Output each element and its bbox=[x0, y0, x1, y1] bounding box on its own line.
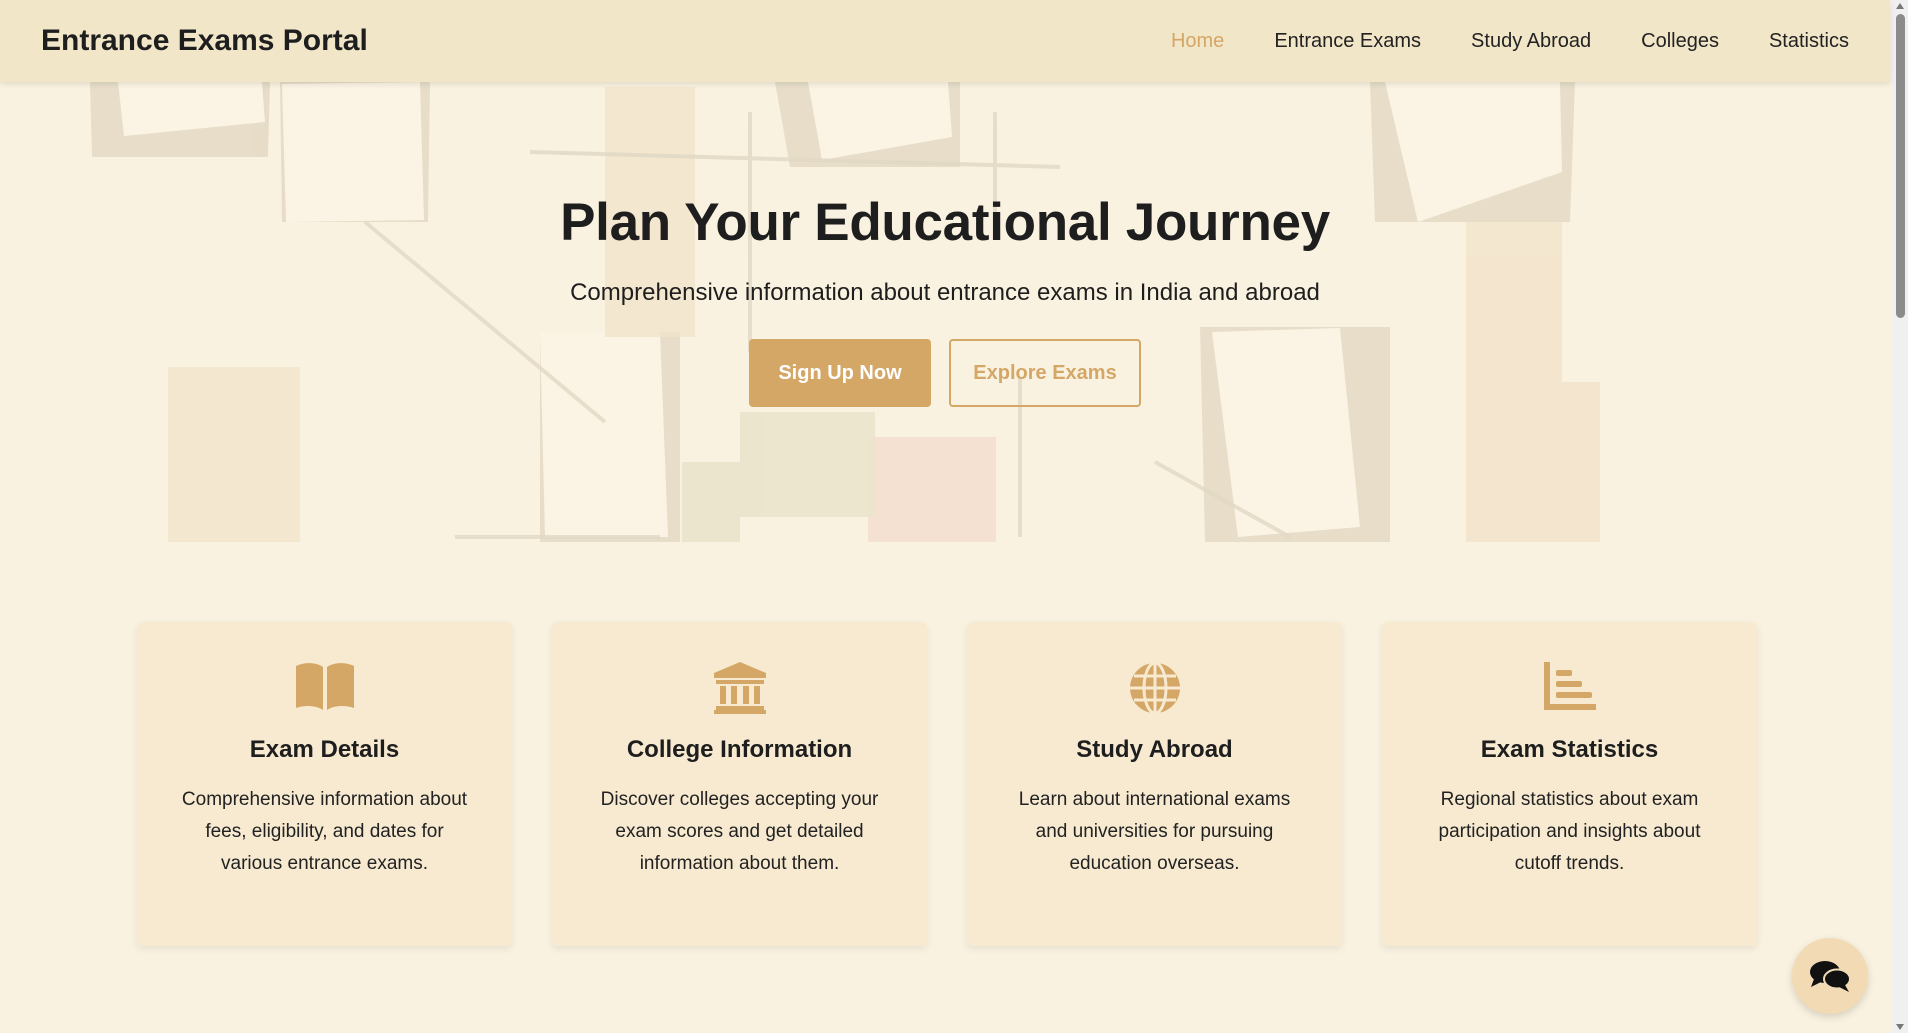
features-section: Exam Details Comprehensive information a… bbox=[137, 622, 1757, 946]
nav-link-study-abroad[interactable]: Study Abroad bbox=[1471, 30, 1591, 53]
feature-card-study-abroad[interactable]: Study Abroad Learn about international e… bbox=[967, 622, 1342, 946]
hero-buttons: Sign Up Now Explore Exams bbox=[0, 339, 1890, 407]
feature-description: Regional statistics about exam participa… bbox=[1438, 789, 1701, 874]
feature-title: Study Abroad bbox=[1076, 736, 1233, 763]
nav-link-colleges[interactable]: Colleges bbox=[1641, 30, 1719, 53]
sign-up-button[interactable]: Sign Up Now bbox=[749, 339, 931, 407]
hero-subtitle: Comprehensive information about entrance… bbox=[570, 279, 1320, 306]
chart-icon bbox=[1424, 662, 1715, 714]
page-scrollbar[interactable] bbox=[1892, 0, 1908, 1033]
feature-card-exam-statistics[interactable]: Exam Statistics Regional statistics abou… bbox=[1382, 622, 1757, 946]
feature-card-college-information[interactable]: College Information Discover colleges ac… bbox=[552, 622, 927, 946]
scroll-up-arrow-icon[interactable] bbox=[1896, 3, 1904, 9]
feature-title: College Information bbox=[626, 736, 853, 763]
feature-description: Discover colleges accepting your exam sc… bbox=[600, 789, 879, 874]
navbar: Entrance Exams Portal Home Entrance Exam… bbox=[0, 0, 1890, 82]
scroll-thumb[interactable] bbox=[1896, 14, 1905, 318]
feature-title: Exam Details bbox=[249, 736, 400, 763]
scroll-down-arrow-icon[interactable] bbox=[1896, 1024, 1904, 1030]
chat-icon bbox=[1810, 961, 1851, 992]
hero-section: Plan Your Educational Journey Comprehens… bbox=[0, 82, 1890, 542]
feature-title: Exam Statistics bbox=[1480, 736, 1659, 763]
hero-title: Plan Your Educational Journey bbox=[560, 193, 1330, 252]
nav-link-home[interactable]: Home bbox=[1171, 30, 1224, 53]
brand-logo-text[interactable]: Entrance Exams Portal bbox=[41, 24, 368, 58]
globe-icon bbox=[1009, 662, 1300, 714]
nav-link-statistics[interactable]: Statistics bbox=[1769, 30, 1849, 53]
book-icon bbox=[179, 662, 470, 714]
university-icon bbox=[594, 662, 885, 714]
nav-link-entrance-exams[interactable]: Entrance Exams bbox=[1274, 30, 1421, 53]
feature-card-exam-details[interactable]: Exam Details Comprehensive information a… bbox=[137, 622, 512, 946]
feature-description: Comprehensive information about fees, el… bbox=[181, 789, 468, 874]
feature-description: Learn about international exams and univ… bbox=[1018, 789, 1291, 874]
hero-content: Plan Your Educational Journey Comprehens… bbox=[0, 192, 1890, 407]
nav-links: Home Entrance Exams Study Abroad College… bbox=[1171, 30, 1849, 53]
chat-button[interactable] bbox=[1792, 938, 1868, 1014]
explore-exams-button[interactable]: Explore Exams bbox=[949, 339, 1141, 407]
